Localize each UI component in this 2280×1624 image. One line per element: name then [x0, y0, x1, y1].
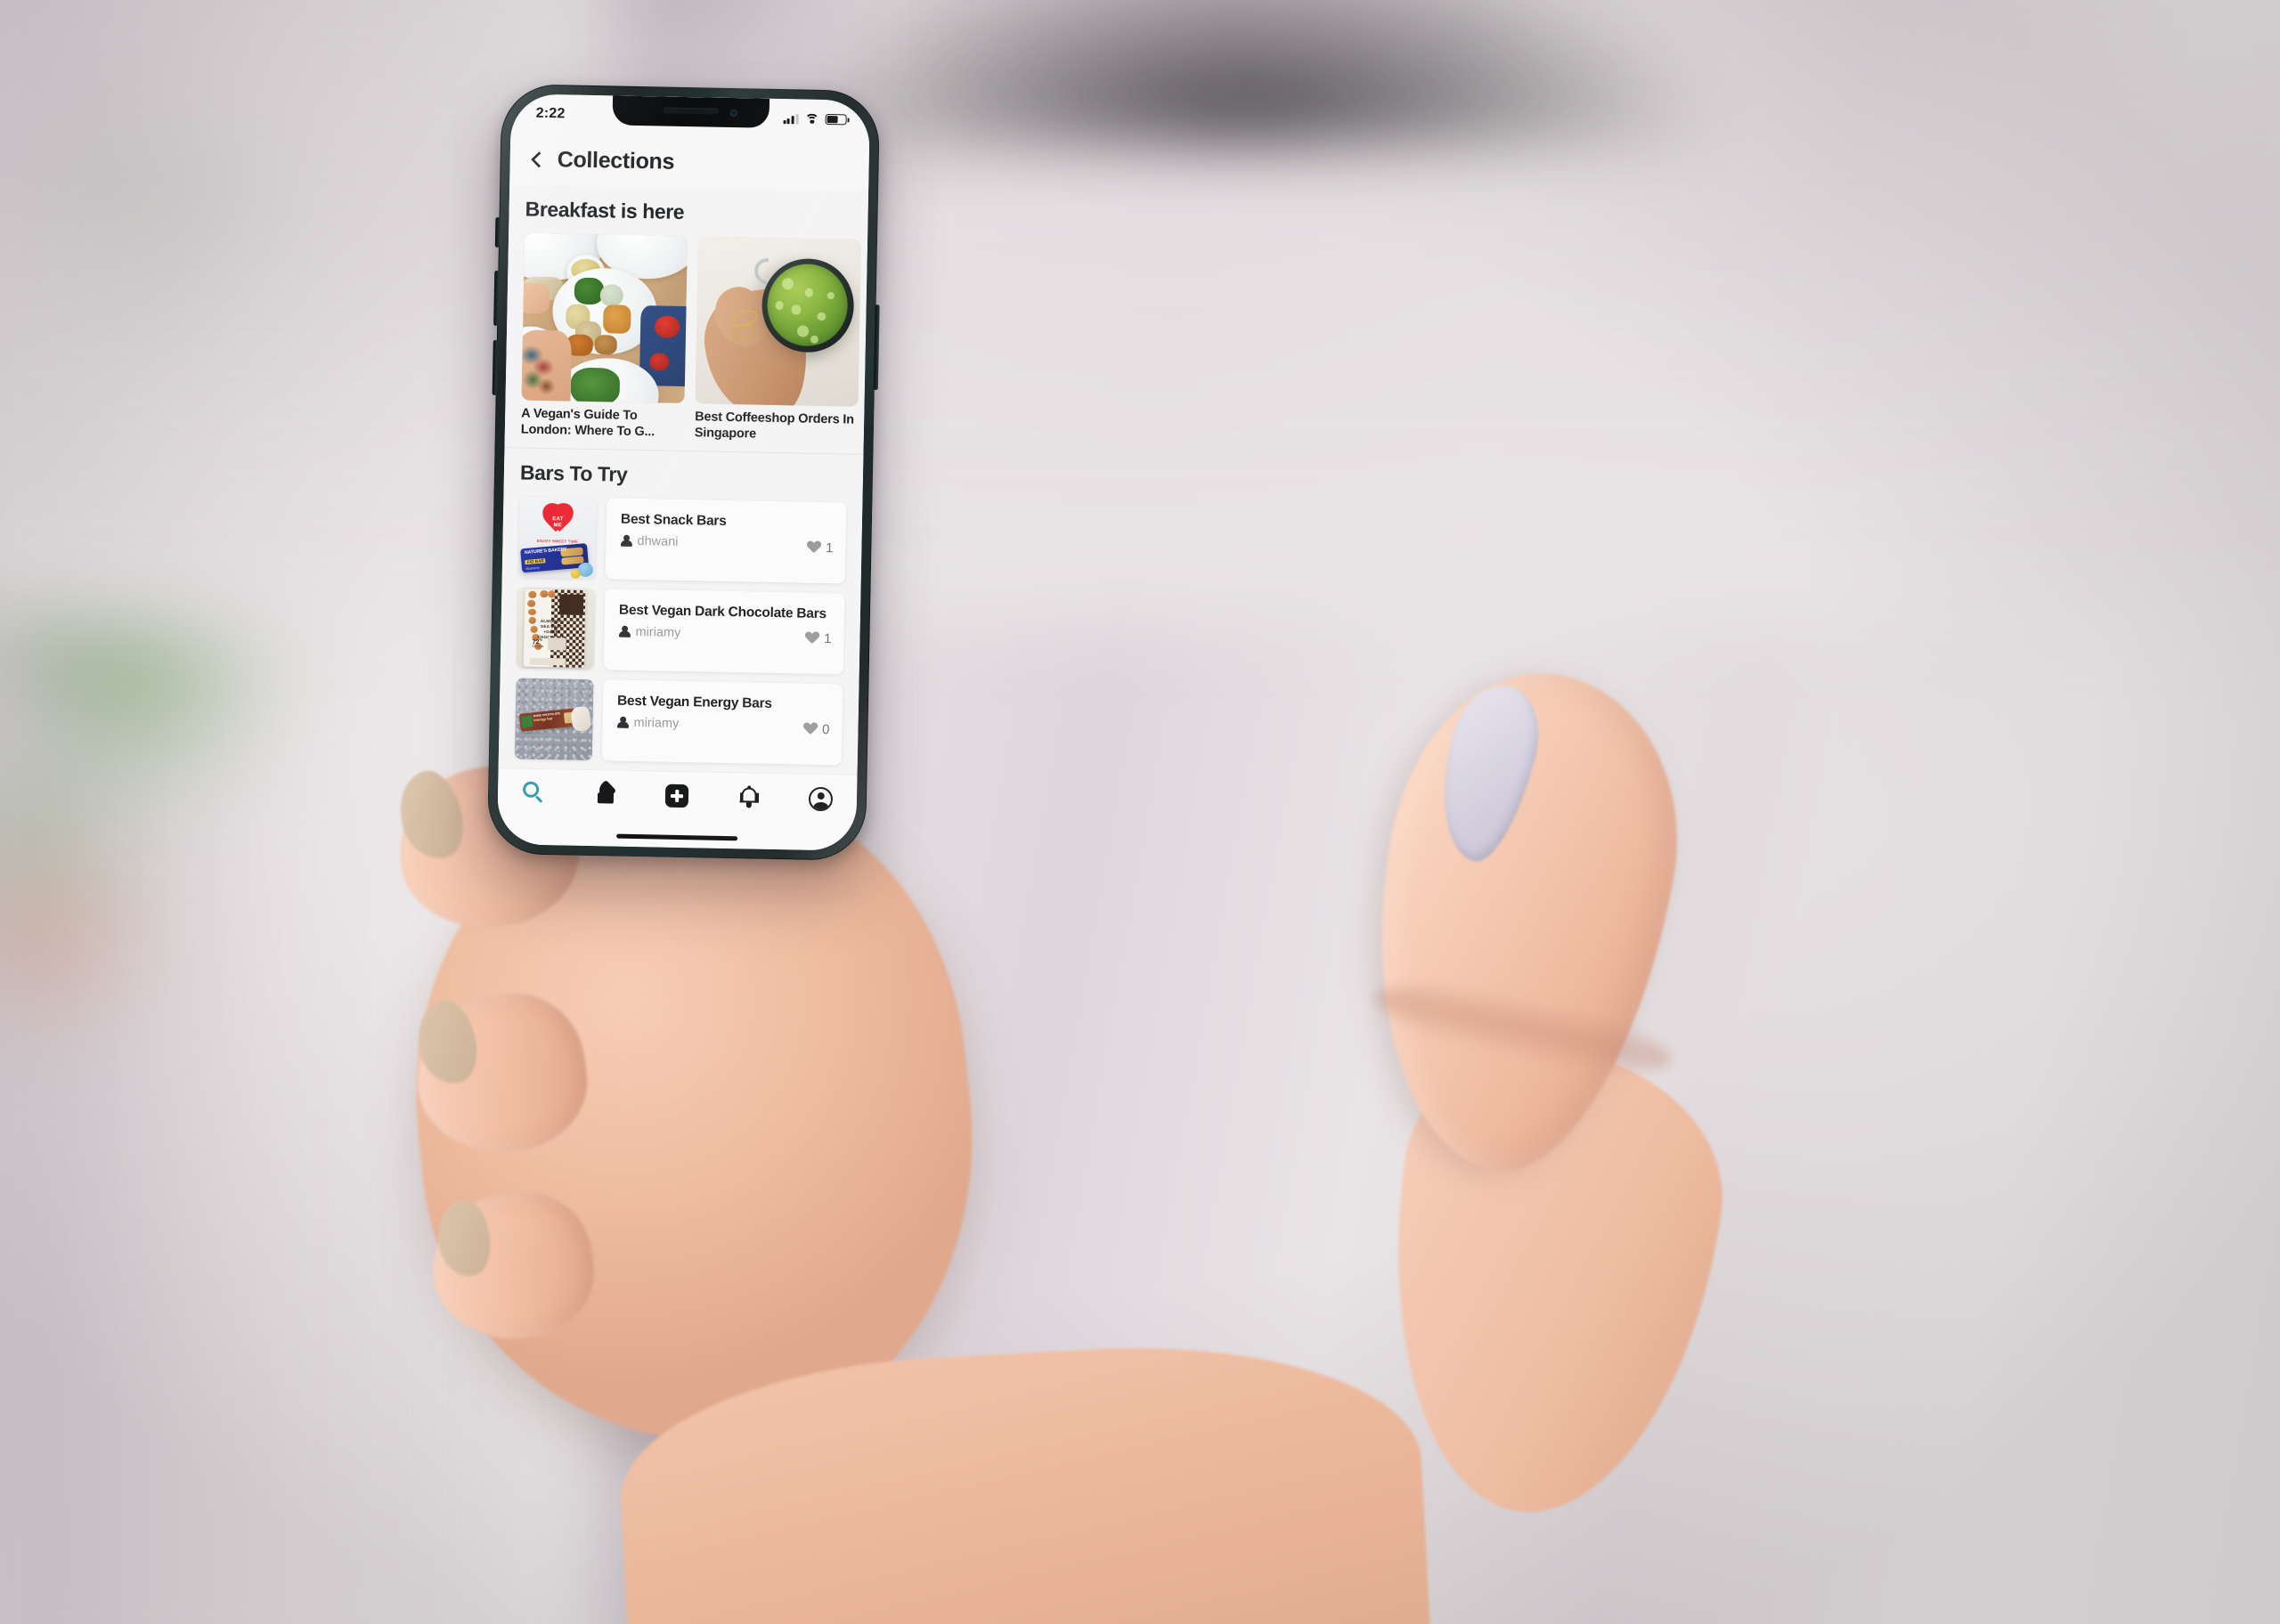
back-chevron-icon[interactable]	[531, 150, 548, 168]
eat-me-snack-bar-photo[interactable]: EAT ME ENJOY SWEET TIME NATURE'S BAKERY …	[517, 496, 598, 580]
list-item[interactable]: ALMONDS SEA SALT +DARK CHOCOLATE 72% COC…	[516, 587, 845, 675]
like-count: 0	[821, 722, 830, 738]
person-icon	[618, 625, 631, 638]
like-counter[interactable]: 1	[807, 540, 834, 556]
like-counter[interactable]: 1	[805, 631, 832, 647]
section-breakfast: Breakfast is here A Vegan's Guide To Lon…	[504, 184, 869, 454]
smartphone-device: 2:22 Collections Breakfast is here A Veg…	[486, 84, 881, 861]
list-item-body[interactable]: Best Vegan Energy Bars miriamy 0	[601, 679, 843, 766]
background-vignette	[0, 0, 2280, 1624]
volume-up-button[interactable]	[493, 270, 500, 326]
phone-screen: 2:22 Collections Breakfast is here A Veg…	[496, 93, 871, 851]
profile-avatar-icon[interactable]	[808, 786, 834, 812]
photo-content: ALMONDS SEA SALT +DARK CHOCOLATE 72% COC…	[516, 587, 596, 670]
status-bar-indicators	[783, 113, 847, 128]
collection-card[interactable]: A Vegan's Guide To London: Where To G...	[520, 232, 688, 442]
display-notch	[611, 95, 770, 128]
status-bar-clock: 2:22	[535, 105, 566, 122]
blurred-background-scene	[0, 0, 2280, 1624]
volume-down-button[interactable]	[492, 339, 498, 395]
matcha-latte-photo[interactable]	[695, 236, 862, 407]
tab-home[interactable]	[569, 779, 641, 806]
card-caption: Best Coffeeshop Orders In Singapore	[694, 410, 855, 442]
list-item-title: Best Vegan Energy Bars	[616, 693, 772, 711]
collection-card[interactable]: Best Coffeeshop Orders In Singapore	[694, 236, 862, 444]
like-counter[interactable]: 0	[803, 722, 830, 738]
almonds-sea-salt-dark-chocolate-photo[interactable]: ALMONDS SEA SALT +DARK CHOCOLATE 72% COC…	[516, 587, 596, 670]
tab-search[interactable]	[498, 779, 570, 805]
list-item-meta: dhwani	[620, 534, 833, 553]
card-carousel[interactable]: A Vegan's Guide To London: Where To G...	[520, 232, 862, 445]
tab-create[interactable]	[641, 784, 713, 808]
home-icon[interactable]	[594, 779, 617, 804]
cocoa-unit: %	[539, 637, 543, 642]
list-item-meta: miriamy	[616, 716, 829, 735]
energy-line2: energy bar	[533, 716, 554, 723]
vegan-bowls-photo[interactable]	[521, 232, 688, 404]
page-title: Collections	[557, 146, 675, 175]
heart-icon[interactable]	[803, 723, 818, 736]
cellular-signal-icon	[783, 113, 799, 124]
photo-content: EAT ME ENJOY SWEET TIME NATURE'S BAKERY …	[517, 496, 598, 580]
card-caption: A Vegan's Guide To London: Where To G...	[520, 406, 656, 440]
front-camera	[729, 109, 737, 118]
cocoa-label: COCOA	[532, 644, 544, 648]
section-bars-to-try: Bars To Try EAT ME ENJOY SWEET TIME NATU…	[498, 447, 864, 775]
list-item-user: miriamy	[633, 715, 680, 731]
photo-content	[521, 232, 688, 404]
person-icon	[616, 716, 629, 729]
tab-profile[interactable]	[785, 786, 857, 812]
list-item-user: miriamy	[635, 624, 681, 640]
mute-switch[interactable]	[494, 216, 501, 248]
like-count: 1	[823, 631, 832, 647]
list-item-body[interactable]: Best Vegan Dark Chocolate Bars miriamy 1	[603, 589, 845, 675]
list-item[interactable]: EAT ME ENJOY SWEET TIME NATURE'S BAKERY …	[517, 496, 847, 584]
list-item-title: Best Vegan Dark Chocolate Bars	[618, 602, 826, 622]
choc-line3: +DARK	[543, 629, 559, 635]
plus-square-icon[interactable]	[665, 784, 689, 808]
list-item-body[interactable]: Best Snack Bars dhwani 1	[605, 498, 847, 584]
section-title: Breakfast is here	[525, 197, 685, 223]
tab-notifications[interactable]	[713, 785, 786, 809]
list-item[interactable]: DARK CHOCOLATE energy bar Best Vegan Ene…	[514, 678, 843, 766]
choc-line1: ALMONDS	[540, 618, 563, 624]
dark-chocolate-energy-bar-photo[interactable]: DARK CHOCOLATE energy bar	[514, 678, 594, 761]
like-count: 1	[825, 540, 834, 556]
heart-icon[interactable]	[805, 632, 819, 646]
photo-content	[695, 236, 862, 407]
search-icon[interactable]	[520, 779, 545, 804]
navigation-bar: Collections	[509, 133, 870, 191]
list-item-user: dhwani	[637, 533, 679, 549]
collection-list: EAT ME ENJOY SWEET TIME NATURE'S BAKERY …	[514, 496, 847, 766]
pack-flavor: Blueberry	[525, 565, 540, 571]
list-item-title: Best Snack Bars	[620, 511, 727, 529]
bell-icon[interactable]	[738, 785, 759, 808]
pack-product: FIG BAR	[525, 557, 546, 564]
wifi-icon	[804, 113, 819, 128]
person-icon	[620, 534, 632, 548]
section-title: Bars To Try	[519, 460, 628, 486]
battery-icon	[825, 113, 847, 126]
choc-line2: SEA SALT	[541, 623, 562, 629]
eatme-line2: ME	[553, 522, 563, 529]
photo-content: DARK CHOCOLATE energy bar	[514, 678, 594, 761]
list-item-meta: miriamy	[618, 625, 831, 644]
earpiece-speaker	[663, 107, 719, 115]
scroll-content[interactable]: Breakfast is here A Vegan's Guide To Lon…	[498, 184, 869, 775]
heart-icon[interactable]	[807, 541, 821, 555]
